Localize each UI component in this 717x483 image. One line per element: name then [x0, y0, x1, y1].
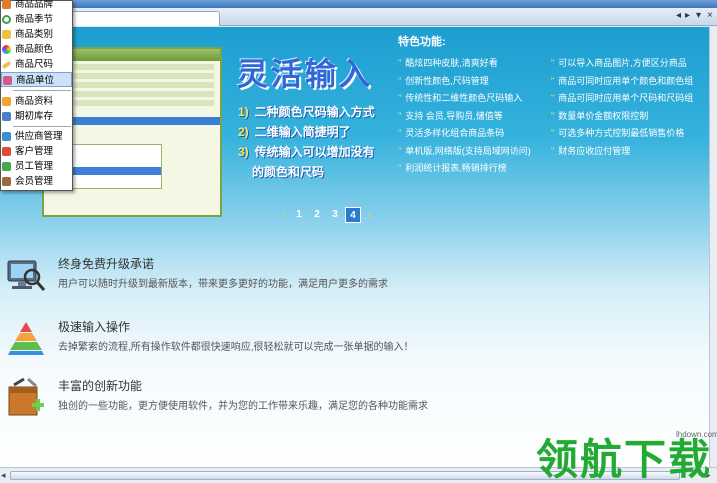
size-icon	[1, 60, 12, 70]
feature-item: " 传统性和二维性颜色尺码输入	[398, 93, 523, 103]
menu-item-supplier[interactable]: 供应商管理	[1, 129, 72, 144]
menu-item-category[interactable]: 商品类别	[1, 27, 72, 42]
tab-scroll-left-icon[interactable]: ◂	[676, 10, 681, 21]
tab-scroll-right-icon[interactable]: ▸	[685, 10, 690, 21]
menu-item-opening-stock[interactable]: 期初库存	[1, 109, 72, 124]
speed-pyramid-icon	[8, 322, 44, 355]
watermark-url: lhdown.com	[676, 430, 717, 439]
bullet-1: 1) 二种颜色尺码输入方式	[238, 105, 375, 119]
bullet-3: 3) 传统输入可以增加没有	[238, 145, 375, 159]
goods-info-icon	[2, 97, 11, 106]
color-icon	[2, 45, 11, 54]
menu-separator	[13, 90, 71, 91]
vertical-scrollbar[interactable]	[709, 27, 717, 467]
feature-item: " 单机版,网络版(支持局域网访问)	[398, 145, 531, 156]
season-icon	[2, 15, 11, 24]
tab-home[interactable]	[60, 11, 220, 26]
top-menubar	[0, 0, 717, 8]
promo-desc: 用户可以随时升级到最新版本，带来更多更好的功能，满足用户更多的需求	[58, 279, 388, 290]
features-right-list: " 可以导入商品图片,方便区分商品 " 商品可同时应用单个颜色和颜色组 " 商品可同时…	[551, 55, 693, 160]
scroll-left-icon[interactable]: ◂	[1, 470, 6, 481]
upgrade-monitor-icon	[7, 260, 46, 291]
feature-item: " 酷炫四种皮肤,清爽好看	[398, 58, 498, 68]
feature-item: " 创新性颜色,尺码管理	[398, 75, 489, 86]
pager-page-4[interactable]: 4	[345, 207, 361, 223]
promo-desc: 独创的一些功能，更方便使用软件，并为您的工作带来乐趣，满足您的各种功能需求	[58, 401, 428, 412]
bullet-4: 的颜色和尺码	[252, 165, 325, 179]
menu-item-customer[interactable]: 客户管理	[1, 144, 72, 159]
feature-item: " 支持 会员,导购员,储值等	[398, 110, 503, 121]
feature-item: " 可选多种方式控制最低销售价格	[551, 128, 685, 138]
feature-item: " 商品可同时应用单个颜色和颜色组	[551, 75, 694, 86]
home-content: 灵活输入 1) 二种颜色尺码输入方式 2) 二维输入简捷明了 3) 传统输入可以增加没…	[0, 27, 709, 467]
category-icon	[2, 30, 11, 39]
pager-page-1[interactable]: 1	[291, 207, 307, 223]
feature-item: " 商品可同时应用单个尺码和尺码组	[551, 93, 694, 103]
menu-item-color[interactable]: 商品颜色	[1, 42, 72, 57]
tab-strip: ◂ ▸ ▾ ×	[0, 8, 717, 26]
menu-item-brand[interactable]: 商品品牌	[1, 0, 72, 12]
promo-desc: 去掉繁索的流程,所有操作软件都很快速响应,很轻松就可以完成一张单据的输入！	[58, 342, 414, 353]
menu-item-member[interactable]: 会员管理	[1, 174, 72, 189]
bullet-2: 2) 二维输入简捷明了	[238, 125, 351, 139]
menu-item-unit[interactable]: 商品单位	[1, 72, 72, 87]
menu-separator	[13, 126, 71, 127]
tab-close-icon[interactable]: ×	[707, 10, 713, 21]
feature-item: " 可以导入商品图片,方便区分商品	[551, 58, 687, 68]
banner-bullets: 1) 二种颜色尺码输入方式 2) 二维输入简捷明了 3) 传统输入可以增加没有 的颜色…	[238, 102, 398, 182]
member-icon	[2, 177, 11, 186]
menu-item-goods-info[interactable]: 商品资料	[1, 94, 72, 109]
innovation-box-icon	[8, 377, 44, 416]
feature-item: " 数量单价金额权限控制	[551, 110, 649, 121]
promo-title: 终身免费升级承诺	[58, 257, 155, 271]
menu-item-size[interactable]: 商品尺码	[1, 57, 72, 72]
supplier-icon	[2, 132, 11, 141]
tab-list-icon[interactable]: ▾	[696, 10, 701, 21]
features-left-list: " 酷炫四种皮肤,清爽好看 " 创新性颜色,尺码管理 " 传统性和二维性颜色尺码输入 …	[398, 55, 531, 178]
feature-item: " 利润统计报表,畅销排行榜	[398, 163, 507, 173]
brand-icon	[2, 0, 11, 9]
banner-pager: ‹ 1 2 3 4 ›	[276, 207, 376, 223]
banner-title: 灵活输入	[237, 57, 373, 93]
staff-icon	[2, 162, 11, 171]
menu-item-season[interactable]: 商品季节	[1, 12, 72, 27]
opening-stock-icon	[2, 112, 11, 121]
promo-title: 丰富的创新功能	[58, 379, 143, 393]
feature-item: " 财务应收应付管理	[551, 145, 631, 156]
promo-title: 极速输入操作	[58, 320, 131, 334]
features-title: 特色功能:	[398, 36, 446, 48]
pager-page-3[interactable]: 3	[327, 207, 343, 223]
pager-prev-icon[interactable]: ‹	[276, 210, 290, 221]
feature-item: " 灵活多样化组合商品条码	[398, 128, 505, 138]
menu-item-staff[interactable]: 员工管理	[1, 159, 72, 174]
pager-page-2[interactable]: 2	[309, 207, 325, 223]
customer-icon	[2, 147, 11, 156]
pager-next-icon[interactable]: ›	[362, 210, 376, 221]
basic-data-menu: 商品品牌 商品季节 商品类别 商品颜色 商品尺码 商品单位 商品资料 期初库存 …	[0, 0, 73, 191]
unit-icon	[3, 76, 12, 85]
